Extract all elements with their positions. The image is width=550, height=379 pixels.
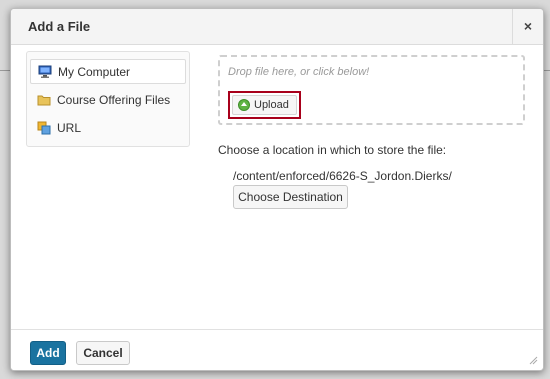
add-button[interactable]: Add [30,341,66,365]
close-button[interactable]: × [512,9,543,44]
close-icon: × [523,18,533,34]
upload-button[interactable]: Upload [232,95,297,115]
upload-label: Upload [254,99,289,111]
file-source-list: My Computer Course Offering Files URL [26,51,190,147]
source-item-url[interactable]: URL [30,116,186,141]
link-icon [37,121,51,135]
source-label: URL [57,121,82,135]
choose-destination-button[interactable]: Choose Destination [233,185,348,209]
file-drop-zone[interactable]: Drop file here, or click below! Upload [218,55,525,125]
resize-grip-icon[interactable] [528,355,538,365]
backdrop-line [0,70,10,71]
cancel-button[interactable]: Cancel [76,341,130,365]
upload-arrow-icon [238,99,250,111]
destination-path: /content/enforced/6626-S_Jordon.Dierks/ [233,169,452,183]
backdrop-line [544,70,550,71]
source-item-my-computer[interactable]: My Computer [30,59,186,84]
drop-hint: Drop file here, or click below! [228,66,370,78]
computer-icon [38,65,52,78]
source-label: My Computer [58,65,131,79]
upload-highlight-box: Upload [228,91,301,119]
source-item-course-offering-files[interactable]: Course Offering Files [30,88,186,113]
dialog-title: Add a File [28,19,91,34]
folder-icon [37,95,51,106]
dialog-footer: Add Cancel [11,329,543,370]
source-label: Course Offering Files [57,93,171,107]
add-file-dialog: Add a File × My Computer Course Offering… [10,8,544,371]
dialog-titlebar: Add a File × [11,9,543,45]
location-prompt: Choose a location in which to store the … [218,143,447,157]
